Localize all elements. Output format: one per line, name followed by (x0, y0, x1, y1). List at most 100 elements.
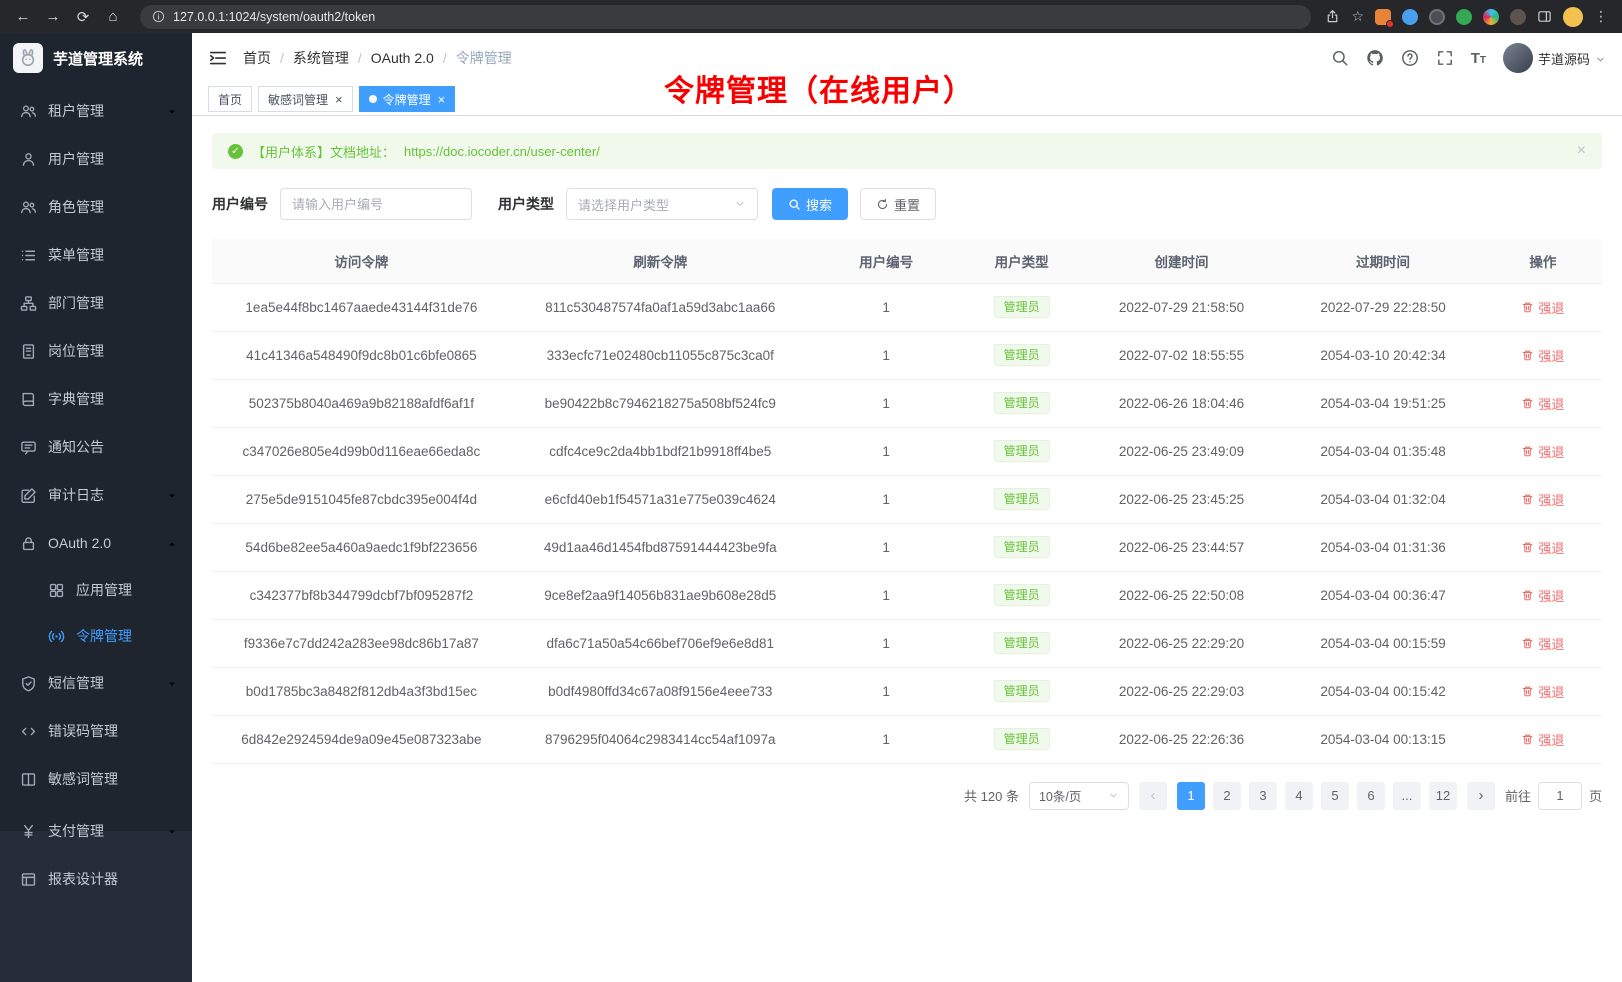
sidebar-item-report-designer[interactable]: 报表设计器 (0, 855, 192, 903)
user-type-badge: 管理员 (994, 344, 1050, 366)
page-more-button[interactable]: ... (1393, 782, 1421, 810)
search-icon[interactable] (1331, 49, 1349, 67)
cell-action: 强退 (1484, 475, 1602, 523)
close-icon[interactable]: × (335, 93, 343, 106)
page-6-button[interactable]: 6 (1357, 782, 1385, 810)
search-button[interactable]: 搜索 (772, 188, 848, 220)
page-2-button[interactable]: 2 (1213, 782, 1241, 810)
tab-home[interactable]: 首页 (208, 86, 252, 112)
sidebar-item-sensitive-word[interactable]: 敏感词管理 (0, 755, 192, 803)
megaphone-icon (20, 439, 37, 456)
font-size-icon[interactable]: TT (1471, 51, 1486, 66)
sidebar-item-sms[interactable]: 短信管理 (0, 659, 192, 707)
cell-refresh-token: be90422b8c7946218275a508bf524fc9 (511, 379, 810, 427)
sidebar-item-tenant[interactable]: 租户管理 (0, 87, 192, 135)
force-logout-button[interactable]: 强退 (1521, 538, 1564, 557)
browser-profile-avatar[interactable] (1563, 7, 1583, 27)
sidebar-item-error-code[interactable]: 错误码管理 (0, 707, 192, 755)
force-logout-button[interactable]: 强退 (1521, 586, 1564, 605)
cell-access-token: 275e5de9151045fe87cbdc395e004f4d (212, 475, 511, 523)
share-icon[interactable] (1325, 9, 1340, 24)
sidebar-item-menu[interactable]: 菜单管理 (0, 231, 192, 279)
report-icon (20, 871, 37, 888)
cell-action: 强退 (1484, 523, 1602, 571)
force-logout-button[interactable]: 强退 (1521, 442, 1564, 461)
force-logout-button[interactable]: 强退 (1521, 682, 1564, 701)
extension-icon-4[interactable] (1456, 9, 1472, 25)
page-4-button[interactable]: 4 (1285, 782, 1313, 810)
app-logo[interactable]: 芋道管理系统 (0, 33, 192, 83)
page-1-button[interactable]: 1 (1177, 782, 1205, 810)
url-bar[interactable]: 127.0.0.1:1024/system/oauth2/token (140, 5, 1311, 29)
extension-icon-2[interactable] (1402, 9, 1418, 25)
collapse-menu-icon[interactable] (208, 48, 228, 68)
cell-action: 强退 (1484, 619, 1602, 667)
prev-page-button[interactable]: ‹ (1139, 782, 1167, 810)
filter-bar: 用户编号 用户类型 请选择用户类型 搜索 重置 (212, 188, 1602, 220)
force-logout-button[interactable]: 强退 (1521, 394, 1564, 413)
reload-button[interactable]: ⟳ (70, 4, 96, 30)
cell-user-id: 1 (810, 619, 963, 667)
force-logout-button[interactable]: 强退 (1521, 346, 1564, 365)
force-logout-button[interactable]: 强退 (1521, 298, 1564, 317)
reset-button[interactable]: 重置 (860, 188, 936, 220)
cell-access-token: 502375b8040a469a9b82188afdf6af1f (212, 379, 511, 427)
side-panel-icon[interactable] (1537, 9, 1552, 24)
goto-page-input[interactable] (1538, 782, 1582, 810)
user-avatar[interactable] (1503, 43, 1533, 73)
user-id-input[interactable] (280, 188, 472, 220)
page-3-button[interactable]: 3 (1249, 782, 1277, 810)
site-info-icon[interactable] (152, 10, 165, 23)
tab-sensitive-word[interactable]: 敏感词管理 × (258, 86, 353, 112)
back-button[interactable]: ← (10, 4, 36, 30)
breadcrumb-oauth2[interactable]: OAuth 2.0 (371, 50, 434, 66)
extension-icon-1[interactable] (1375, 9, 1391, 25)
github-icon[interactable] (1366, 49, 1384, 67)
breadcrumb-home[interactable]: 首页 (243, 48, 271, 68)
next-page-button[interactable]: › (1467, 782, 1495, 810)
bookmark-star-icon[interactable]: ☆ (1351, 8, 1364, 25)
breadcrumb-system[interactable]: 系统管理 (293, 48, 349, 68)
fullscreen-icon[interactable] (1436, 49, 1454, 67)
user-menu[interactable]: 芋道源码 (1503, 43, 1606, 73)
sidebar-item-oauth2-app[interactable]: 应用管理 (0, 567, 192, 613)
browser-menu-icon[interactable]: ⋮ (1594, 8, 1608, 25)
sidebar-item-dict[interactable]: 字典管理 (0, 375, 192, 423)
extension-icon-5[interactable] (1483, 9, 1499, 25)
page-size-select[interactable]: 10条/页 (1029, 782, 1129, 810)
sidebar-item-oauth2[interactable]: OAuth 2.0 (0, 519, 192, 567)
tab-token[interactable]: 令牌管理 × (359, 86, 456, 112)
table-row: 41c41346a548490f9dc8b01c6bfe0865 333ecfc… (212, 331, 1602, 379)
alert-close-icon[interactable]: × (1577, 143, 1586, 159)
page-5-button[interactable]: 5 (1321, 782, 1349, 810)
force-logout-button[interactable]: 强退 (1521, 490, 1564, 509)
sidebar-item-user[interactable]: 用户管理 (0, 135, 192, 183)
sidebar-item-audit-log[interactable]: 审计日志 (0, 471, 192, 519)
cell-access-token: b0d1785bc3a8482f812db4a3f3bd15ec (212, 667, 511, 715)
sidebar-item-pay[interactable]: 支付管理 (0, 807, 192, 855)
table-row: c342377bf8b344799dcbf7bf095287f2 9ce8ef2… (212, 571, 1602, 619)
cell-action: 强退 (1484, 427, 1602, 475)
sidebar-item-role[interactable]: 角色管理 (0, 183, 192, 231)
extension-icon-3[interactable] (1429, 9, 1445, 25)
cell-refresh-token: 9ce8ef2aa9f14056b831ae9b608e28d5 (511, 571, 810, 619)
cell-action: 强退 (1484, 715, 1602, 763)
home-button[interactable]: ⌂ (100, 4, 126, 30)
force-logout-button[interactable]: 强退 (1521, 730, 1564, 749)
doc-link[interactable]: https://doc.iocoder.cn/user-center/ (404, 144, 600, 159)
close-icon[interactable]: × (438, 93, 446, 106)
sidebar-item-oauth2-token[interactable]: 令牌管理 (0, 613, 192, 659)
help-icon[interactable] (1401, 49, 1419, 67)
sidebar-item-post[interactable]: 岗位管理 (0, 327, 192, 375)
sidebar-item-notice[interactable]: 通知公告 (0, 423, 192, 471)
page-12-button[interactable]: 12 (1429, 782, 1457, 810)
force-logout-button[interactable]: 强退 (1521, 634, 1564, 653)
users-icon (20, 103, 37, 120)
sidebar-item-dept[interactable]: 部门管理 (0, 279, 192, 327)
forward-button[interactable]: → (40, 4, 66, 30)
log-icon (20, 487, 37, 504)
refresh-icon (876, 198, 889, 211)
extension-icon-6[interactable] (1510, 9, 1526, 25)
user-type-select[interactable]: 请选择用户类型 (566, 188, 758, 220)
cell-refresh-token: e6cfd40eb1f54571a31e775e039c4624 (511, 475, 810, 523)
